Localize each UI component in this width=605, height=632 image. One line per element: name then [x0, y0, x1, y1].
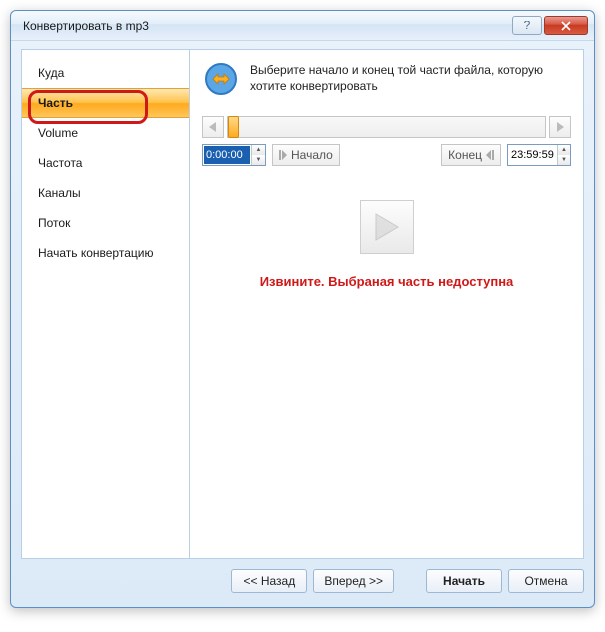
back-button[interactable]: << Назад — [231, 569, 307, 593]
sidebar-item-label: Volume — [38, 126, 78, 140]
content-area: Куда Часть Volume Частота Каналы Поток Н… — [21, 49, 584, 559]
window-title: Конвертировать в mp3 — [23, 19, 510, 33]
marker-end-icon — [486, 150, 494, 160]
sidebar-item-label: Частота — [38, 156, 82, 170]
time-row: 0:00:00 ▲▼ Начало Конец 23:59:59 ▲▼ — [202, 144, 571, 166]
slider-thumb[interactable] — [228, 116, 239, 138]
footer: << Назад Вперед >> Начать Отмена — [21, 565, 584, 597]
slider-right-button[interactable] — [549, 116, 571, 138]
slider-left-button[interactable] — [202, 116, 224, 138]
arrows-circle-icon — [202, 60, 240, 98]
forward-button[interactable]: Вперед >> — [313, 569, 394, 593]
instruction-row: Выберите начало и конец той части файла,… — [202, 60, 571, 98]
set-start-button[interactable]: Начало — [272, 144, 340, 166]
sidebar-item-volume[interactable]: Volume — [22, 118, 189, 148]
forward-label: Вперед >> — [324, 574, 383, 588]
sidebar-item-label: Каналы — [38, 186, 81, 200]
cancel-label: Отмена — [524, 574, 567, 588]
main-panel: Выберите начало и конец той части файла,… — [190, 50, 583, 558]
sidebar: Куда Часть Volume Частота Каналы Поток Н… — [22, 50, 190, 558]
slider-row — [202, 116, 571, 138]
sidebar-item-label: Куда — [38, 66, 64, 80]
slider-track[interactable] — [227, 116, 546, 138]
close-button[interactable] — [544, 16, 588, 35]
svg-text:?: ? — [524, 21, 531, 31]
triangle-right-icon — [556, 122, 564, 132]
end-time-spinner[interactable]: ▲▼ — [557, 145, 570, 165]
end-time-value: 23:59:59 — [509, 146, 556, 164]
help-button[interactable]: ? — [512, 16, 542, 35]
sidebar-item-stream[interactable]: Поток — [22, 208, 189, 238]
sidebar-item-start-convert[interactable]: Начать конвертацию — [22, 238, 189, 268]
set-start-label: Начало — [291, 148, 333, 162]
start-time-input[interactable]: 0:00:00 ▲▼ — [202, 144, 266, 166]
close-icon — [561, 21, 571, 31]
instruction-icon — [202, 60, 240, 98]
start-label: Начать — [443, 574, 485, 588]
end-time-input[interactable]: 23:59:59 ▲▼ — [507, 144, 571, 166]
set-end-label: Конец — [448, 148, 482, 162]
triangle-left-icon — [209, 122, 217, 132]
start-button[interactable]: Начать — [426, 569, 502, 593]
play-icon — [374, 212, 400, 242]
set-end-button[interactable]: Конец — [441, 144, 501, 166]
instruction-text: Выберите начало и конец той части файла,… — [250, 60, 571, 94]
sidebar-item-label: Начать конвертацию — [38, 246, 153, 260]
sidebar-item-channels[interactable]: Каналы — [22, 178, 189, 208]
titlebar-buttons: ? — [510, 16, 588, 35]
sidebar-item-label: Поток — [38, 216, 70, 230]
start-time-spinner[interactable]: ▲▼ — [251, 145, 265, 165]
cancel-button[interactable]: Отмена — [508, 569, 584, 593]
sidebar-item-frequency[interactable]: Частота — [22, 148, 189, 178]
sidebar-item-destination[interactable]: Куда — [22, 58, 189, 88]
play-button[interactable] — [360, 200, 414, 254]
titlebar: Конвертировать в mp3 ? — [11, 11, 594, 41]
help-icon: ? — [522, 21, 532, 31]
sidebar-item-label: Часть — [38, 96, 73, 110]
marker-start-icon — [279, 150, 287, 160]
start-time-value: 0:00:00 — [204, 146, 250, 164]
error-message: Извините. Выбраная часть недоступна — [202, 274, 571, 289]
dialog-window: Конвертировать в mp3 ? Куда Часть Volume… — [10, 10, 595, 608]
sidebar-item-part[interactable]: Часть — [22, 88, 189, 118]
back-label: << Назад — [244, 574, 296, 588]
